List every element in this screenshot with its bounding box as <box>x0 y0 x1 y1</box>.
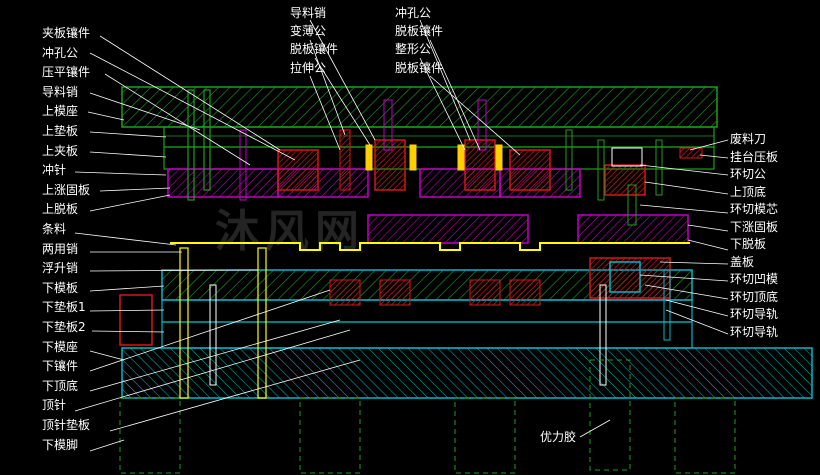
labels-left-item: 下垫板2 <box>42 320 86 334</box>
labels-left-item: 压平镶件 <box>42 65 91 80</box>
labels-left-item: 下模座 <box>42 339 79 354</box>
labels-top-left-item: 变薄公 <box>290 24 327 39</box>
labels-left-item: 上垫板 <box>42 124 79 138</box>
labels-top-left-item: 拉伸公 <box>290 60 327 75</box>
labels-left-item: 冲针 <box>42 163 67 178</box>
labels-left-item: 上脱板 <box>42 202 79 217</box>
labels-right-item: 环切顶底 <box>730 289 779 304</box>
labels-left-item: 夹板镶件 <box>42 26 91 40</box>
labels-right-item: 盖板 <box>730 254 755 269</box>
lower-die-leg <box>119 397 181 474</box>
lower-backing-plate-1 <box>161 299 693 323</box>
upper-die-holder <box>121 86 718 128</box>
labels-top-right-item: 脱板镶件 <box>395 60 444 75</box>
labels-right-item: 环切导轨 <box>730 324 779 339</box>
labels-top-right-item: 脱板镶件 <box>395 24 444 39</box>
labels-left-item: 下垫板1 <box>42 300 86 315</box>
labels-left-item: 下顶底 <box>42 378 79 393</box>
labels-top-right-item: 整形公 <box>395 42 432 57</box>
labels-left-item: 下镶件 <box>42 359 79 374</box>
lower-die-holder <box>121 347 813 399</box>
labels-right-item: 环切模芯 <box>730 202 779 216</box>
labels-left-item: 顶针 <box>42 398 67 413</box>
labels-right-item: 上顶底 <box>730 184 767 199</box>
label-urethane: 优力胶 <box>540 430 577 444</box>
labels-left-item: 下模板 <box>42 280 79 295</box>
labels-right-item: 挂台压板 <box>730 149 779 164</box>
labels-top-right-item: 冲孔公 <box>395 6 432 20</box>
labels-left-item: 冲孔公 <box>42 45 79 60</box>
labels-left-item: 下模脚 <box>42 437 79 452</box>
labels-right-item: 环切公 <box>730 167 767 181</box>
labels-left-item: 上涨固板 <box>42 182 91 197</box>
labels-top-left-item: 脱板镶件 <box>290 42 339 57</box>
labels-left-item: 条料 <box>42 222 67 236</box>
labels-left-item: 上模座 <box>42 104 79 119</box>
labels-right-item: 下涨固板 <box>730 219 779 234</box>
lower-backing-plate-2 <box>161 321 693 349</box>
labels-right-item: 环切凹模 <box>730 272 779 286</box>
labels-left-item: 顶针垫板 <box>42 418 91 432</box>
labels-right-item: 环切导轨 <box>730 307 779 321</box>
labels-left-item: 两用销 <box>42 241 79 256</box>
labels-right-item: 废料刀 <box>730 132 767 146</box>
labels-left-item: 浮升销 <box>42 261 79 276</box>
labels-left-item: 上夹板 <box>42 143 79 158</box>
labels-top-left-item: 导料销 <box>290 6 327 20</box>
watermark: 沐风网 <box>215 206 365 257</box>
labels-left-item: 导料销 <box>42 84 79 99</box>
upper-stripper-plate <box>167 168 279 198</box>
labels-right-item: 下脱板 <box>730 237 767 251</box>
